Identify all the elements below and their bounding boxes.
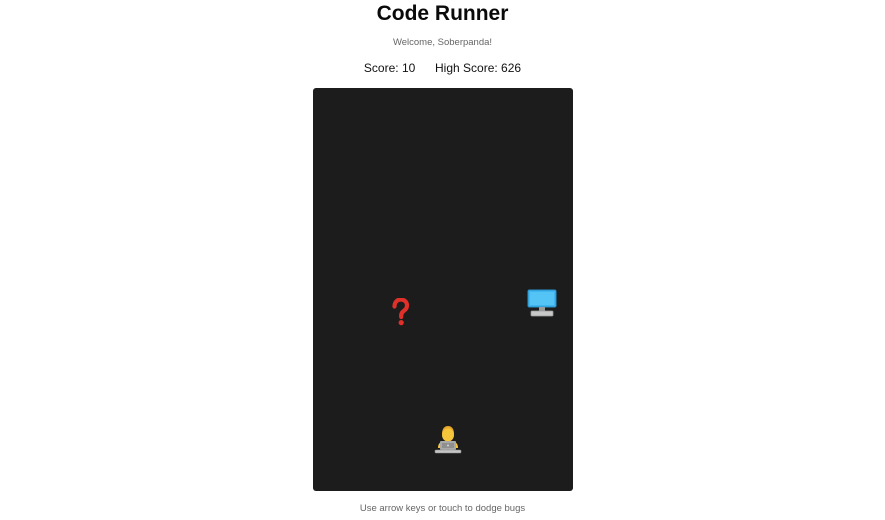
score-bar: Score: 10 High Score: 626 (0, 61, 885, 76)
game-page: Code Runner Welcome, Soberpanda! Score: … (0, 0, 885, 520)
game-instructions: Use arrow keys or touch to dodge bugs (359, 503, 526, 514)
developer-at-laptop-icon (434, 426, 462, 454)
high-score-value: 626 (501, 61, 522, 75)
score-label: Score: (363, 61, 399, 75)
game-board[interactable] (313, 88, 573, 491)
score-value: 10 (401, 61, 416, 75)
high-score-label: High Score: (435, 61, 498, 75)
welcome-message: Welcome, Soberpanda! (392, 37, 493, 48)
desktop-computer-icon (527, 289, 557, 317)
question-mark-icon (392, 298, 410, 326)
page-title: Code Runner (376, 2, 509, 25)
